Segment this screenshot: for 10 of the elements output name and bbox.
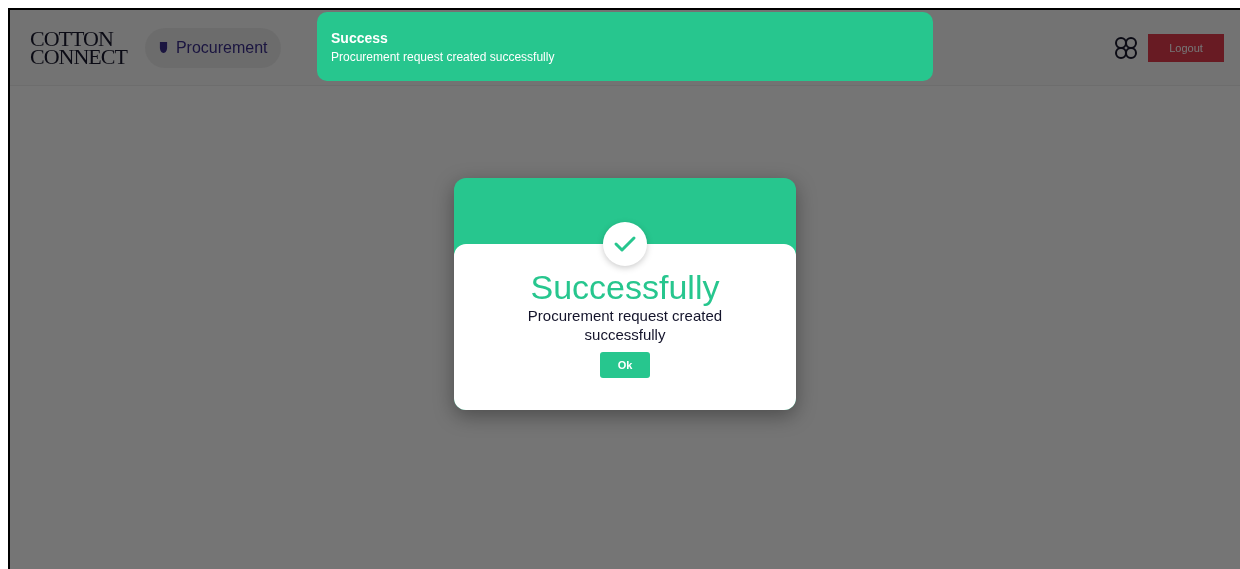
dialog-title: Successfully	[530, 268, 720, 306]
dialog-message: Procurement request created successfully	[526, 306, 724, 344]
toast-message: Procurement request created successfully	[331, 49, 556, 64]
logo-text: COTTON	[30, 29, 114, 48]
logo-mark-icon	[1114, 35, 1138, 60]
logout-button[interactable]: Logout	[1148, 33, 1224, 62]
logo-text: CONNECT	[30, 47, 127, 66]
toast-title: Success	[331, 29, 389, 46]
ok-button[interactable]: Ok	[600, 352, 650, 378]
nav-tab[interactable]: Procurement	[144, 27, 282, 68]
